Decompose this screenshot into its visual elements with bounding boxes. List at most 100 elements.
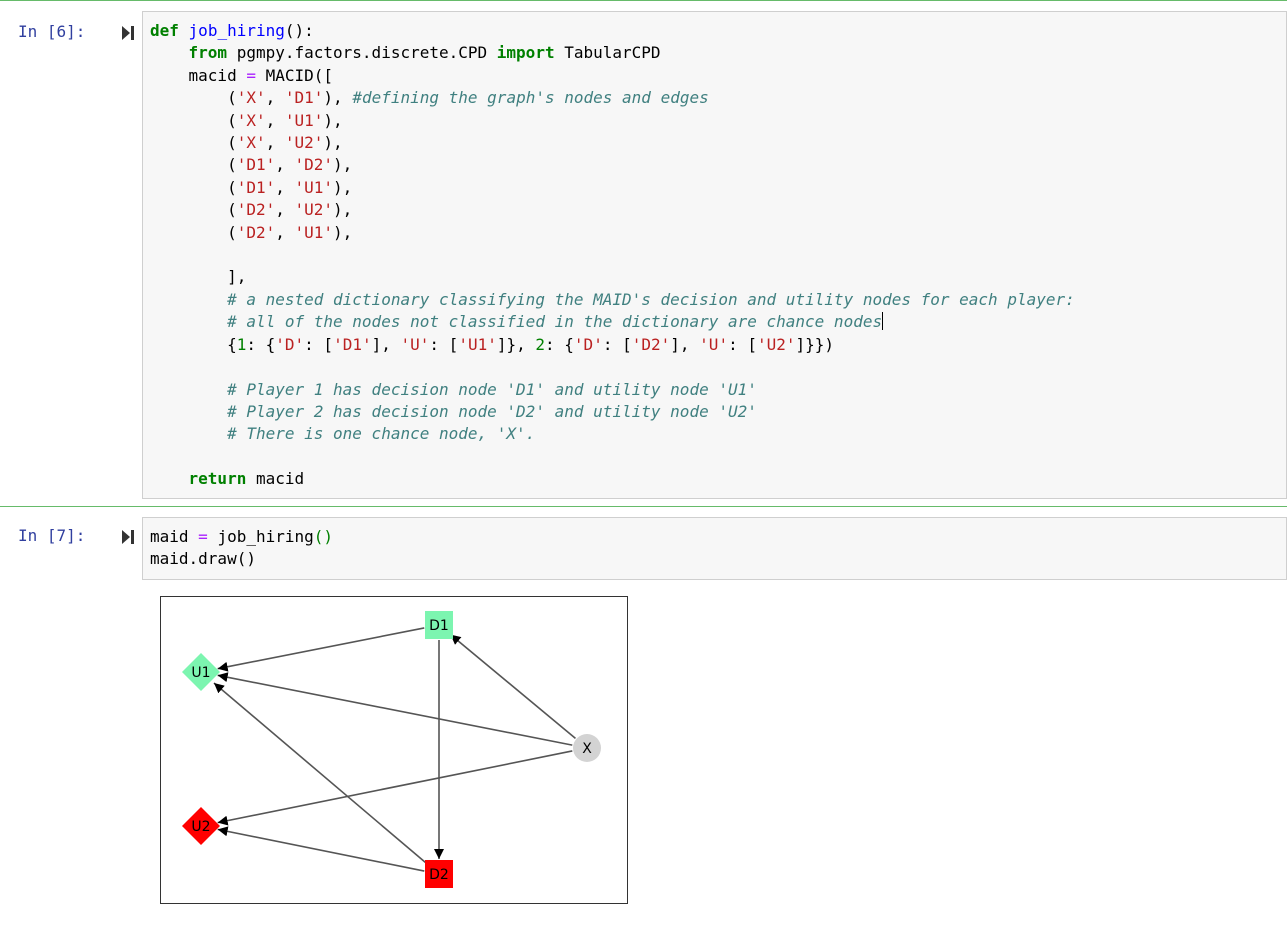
code-token: ), xyxy=(323,110,343,130)
code-token: 'D1' xyxy=(284,88,324,108)
code-token: ]}, xyxy=(496,334,536,354)
code-token: ], xyxy=(371,334,401,354)
code-token: , xyxy=(275,200,295,220)
code-token: 'D1' xyxy=(236,177,276,197)
code-token: maid.draw() xyxy=(150,549,256,569)
code-token: return xyxy=(188,469,247,489)
code-token: from xyxy=(188,43,228,63)
code-line: ('X', 'D1'), #defining the graph's nodes… xyxy=(150,88,709,107)
code-token: pgmpy.factors.discrete.CPD xyxy=(227,43,497,63)
cell-prompt: In [7]: xyxy=(18,526,86,545)
code-token: , xyxy=(265,88,285,108)
code-editor[interactable]: maid = job_hiring() maid.draw() xyxy=(142,517,1287,580)
code-line: {1: {'D': ['D1'], 'U': ['U1']}, 2: {'D':… xyxy=(150,335,834,354)
node-D1: D1 xyxy=(425,611,453,639)
code-token: , xyxy=(265,133,285,153)
run-cell-icon[interactable] xyxy=(121,529,135,545)
code-token: 'U2' xyxy=(756,334,796,354)
code-token: = xyxy=(198,527,208,546)
code-token: ), xyxy=(333,177,353,197)
node-label: D2 xyxy=(429,867,449,883)
code-token: 'D1' xyxy=(333,334,372,354)
code-token: # There is one chance node, 'X'. xyxy=(227,424,536,444)
code-token: job_hiring xyxy=(188,21,285,40)
code-line: ('D2', 'U1'), xyxy=(150,223,352,242)
code-line: # a nested dictionary classifying the MA… xyxy=(150,290,1075,309)
cell-prompt: In [6]: xyxy=(18,22,86,41)
code-token: : [ xyxy=(429,334,459,354)
code-line: # Player 2 has decision node 'D2' and ut… xyxy=(150,402,757,421)
code-line: # Player 1 has decision node 'D1' and ut… xyxy=(150,380,757,399)
code-token: 1 xyxy=(236,334,247,354)
code-token: ( xyxy=(150,110,237,130)
run-cell-icon[interactable] xyxy=(121,25,135,41)
code-token: = xyxy=(246,65,256,85)
code-token: : { xyxy=(545,334,574,354)
code-token: , xyxy=(275,155,295,175)
code-token: { xyxy=(150,334,237,354)
code-token: # all of the nodes not classified in the… xyxy=(227,312,883,332)
code-token: 2 xyxy=(535,334,546,354)
code-token: # Player 2 has decision node 'D2' and ut… xyxy=(227,401,757,421)
code-token: 'X' xyxy=(236,133,266,153)
code-token: 'U1' xyxy=(284,110,324,130)
node-label: D1 xyxy=(429,618,449,634)
code-line: ], xyxy=(150,267,246,286)
code-token: ], xyxy=(150,267,247,287)
code-line: # There is one chance node, 'X'. xyxy=(150,424,535,443)
code-token: ), xyxy=(333,222,353,242)
code-token: 'D2' xyxy=(631,334,671,354)
graph-frame xyxy=(160,596,628,904)
code-token: ), xyxy=(333,200,353,220)
code-token: , xyxy=(275,222,295,242)
code-token: 'D2' xyxy=(236,222,276,242)
code-token: 'D1' xyxy=(236,155,276,175)
code-line: maid = job_hiring() xyxy=(150,527,333,546)
code-token: : [ xyxy=(602,334,632,354)
code-token: 'U1' xyxy=(458,334,497,354)
code-line: ('D1', 'D2'), xyxy=(150,155,352,174)
code-line: ('X', 'U1'), xyxy=(150,111,343,130)
code-token: () xyxy=(313,527,334,546)
code-editor[interactable]: def job_hiring(): from pgmpy.factors.dis… xyxy=(142,11,1287,499)
code-token: : [ xyxy=(304,334,334,354)
code-cell-6[interactable]: In [6]: def job_hiring(): from pgmpy.fac… xyxy=(0,0,1287,507)
code-token: ( xyxy=(150,222,237,242)
code-token: 'U1' xyxy=(294,222,334,242)
code-line: # all of the nodes not classified in the… xyxy=(150,312,884,332)
code-token: 'D2' xyxy=(236,200,276,220)
code-line: return macid xyxy=(150,469,305,489)
code-line: ('D1', 'U1'), xyxy=(150,178,352,197)
code-token: # a nested dictionary classifying the MA… xyxy=(227,289,1075,309)
code-token: ( xyxy=(150,133,237,153)
code-token: macid xyxy=(246,469,305,489)
code-text[interactable]: maid = job_hiring() maid.draw() xyxy=(143,518,1286,571)
code-token: TabularCPD xyxy=(554,43,661,63)
code-token: maid xyxy=(150,527,199,546)
node-label: U1 xyxy=(191,665,210,681)
code-token: 'D' xyxy=(275,334,305,354)
code-token: ( xyxy=(150,155,237,175)
code-token: def xyxy=(150,21,179,40)
code-line: ('D2', 'U2'), xyxy=(150,200,352,219)
code-token: #defining the graph's nodes and edges xyxy=(352,88,709,108)
code-token: ), xyxy=(333,155,353,175)
code-token: macid xyxy=(150,65,247,85)
code-token: job_hiring xyxy=(207,527,314,546)
code-token: ( xyxy=(150,88,237,108)
code-token: ], xyxy=(670,334,700,354)
node-D2: D2 xyxy=(425,860,453,888)
code-text[interactable]: def job_hiring(): from pgmpy.factors.dis… xyxy=(143,12,1286,491)
cell-output-graph: D1 U1 X U2 D2 xyxy=(160,596,629,905)
code-token: 'U' xyxy=(400,334,430,354)
code-token: 'U2' xyxy=(284,133,324,153)
code-token: ]}}) xyxy=(795,334,835,354)
code-token: ), xyxy=(323,88,353,108)
code-token: : { xyxy=(246,334,276,354)
code-token: 'U2' xyxy=(294,200,334,220)
